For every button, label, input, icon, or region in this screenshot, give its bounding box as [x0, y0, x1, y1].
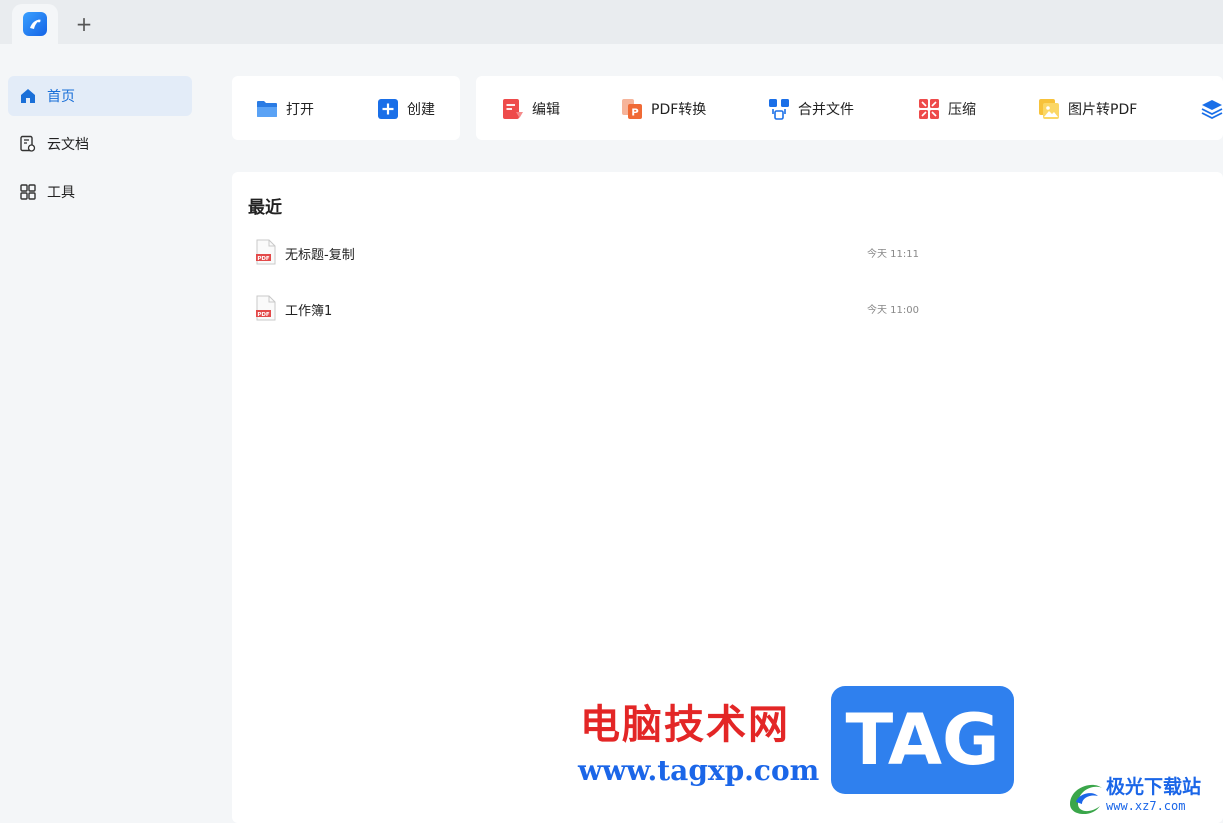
- open-label: 打开: [286, 102, 314, 118]
- new-tab-button[interactable]: +: [72, 12, 96, 36]
- file-name: 工作簿1: [285, 304, 333, 319]
- aurora-logo-icon: [1070, 784, 1102, 815]
- svg-text:PDF: PDF: [257, 256, 270, 262]
- recent-file-row[interactable]: PDF 无标题-复制 今天 11:11: [250, 232, 930, 272]
- pdf-convert-icon: P: [622, 99, 642, 119]
- compress-icon: [919, 99, 939, 119]
- layers-icon: [1201, 100, 1223, 120]
- image-to-pdf-button[interactable]: 图片转PDF: [1038, 96, 1137, 122]
- compress-label: 压缩: [948, 102, 976, 118]
- sidebar-item-cloud-docs[interactable]: 云文档: [8, 124, 192, 164]
- open-button[interactable]: 打开: [256, 96, 314, 122]
- create-label: 创建: [407, 102, 435, 118]
- merge-files-label: 合并文件: [798, 102, 854, 118]
- image-icon: [1039, 99, 1059, 119]
- app-tab[interactable]: [12, 4, 58, 44]
- edit-doc-icon: [503, 99, 523, 119]
- app-logo-icon: [23, 12, 47, 36]
- merge-icon: [769, 99, 789, 120]
- watermark-cn-text: 电脑技术网: [580, 702, 790, 748]
- watermark-site-url: www.xz7.com: [1106, 799, 1186, 813]
- watermark-site-name: 极光下载站: [1106, 776, 1202, 798]
- watermark-url: www.tagxp.com: [578, 754, 820, 787]
- sidebar-item-label: 首页: [47, 89, 75, 105]
- sidebar-item-label: 工具: [47, 185, 75, 201]
- watermark-site-logo: 极光下载站 www.xz7.com: [1066, 772, 1216, 818]
- file-time: 今天 11:00: [867, 305, 919, 316]
- more-tools-button[interactable]: [1201, 96, 1223, 122]
- file-time: 今天 11:11: [867, 249, 919, 260]
- grid-icon: [20, 184, 36, 200]
- folder-open-icon: [257, 101, 277, 117]
- image-to-pdf-label: 图片转PDF: [1068, 102, 1138, 118]
- recent-title: 最近: [248, 198, 282, 218]
- sidebar-item-home[interactable]: 首页: [8, 76, 192, 116]
- pdf-file-icon: PDF: [256, 295, 276, 321]
- sidebar-item-tools[interactable]: 工具: [8, 172, 192, 212]
- pdf-convert-button[interactable]: P PDF转换: [621, 96, 706, 122]
- home-icon: [21, 89, 35, 103]
- watermark-tag-logo: TAG: [831, 686, 1014, 794]
- pdf-file-icon: PDF: [256, 239, 276, 265]
- svg-text:PDF: PDF: [257, 312, 270, 318]
- pdf-convert-label: PDF转换: [651, 102, 707, 118]
- edit-label: 编辑: [532, 102, 560, 118]
- file-name: 无标题-复制: [285, 248, 355, 263]
- sidebar-item-label: 云文档: [47, 137, 89, 153]
- recent-file-row[interactable]: PDF 工作簿1 今天 11:00: [250, 288, 930, 328]
- merge-files-button[interactable]: 合并文件: [768, 96, 854, 122]
- edit-button[interactable]: 编辑: [502, 96, 560, 122]
- plus-square-icon: [378, 99, 398, 119]
- create-button[interactable]: 创建: [377, 96, 435, 122]
- compress-button[interactable]: 压缩: [918, 96, 976, 122]
- tab-bar: +: [0, 0, 1223, 44]
- svg-text:P: P: [631, 108, 638, 119]
- cloud-doc-icon: [20, 135, 36, 152]
